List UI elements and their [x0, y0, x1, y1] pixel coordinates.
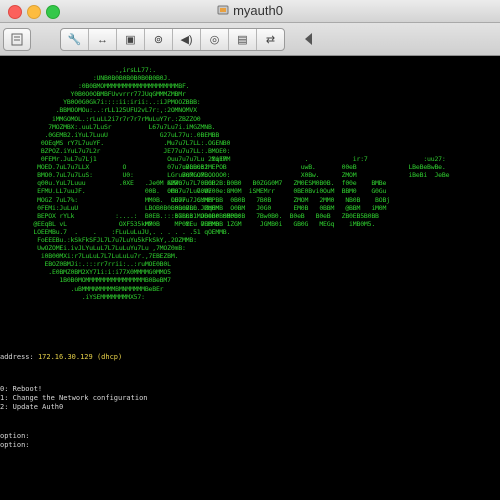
- shared-folder-button[interactable]: ▤: [229, 29, 257, 50]
- menu-option-update: 2: Update Auth0: [0, 403, 64, 411]
- settings-library-button[interactable]: [3, 28, 31, 51]
- vm-window: myauth0 🔧 ↔ ▣ ⊚ ◀) ◎ ▤ ⇄ .,irsLL77:.:UN…: [0, 0, 500, 500]
- window-title-wrap: myauth0: [0, 0, 500, 22]
- audio-button[interactable]: ◀): [173, 29, 201, 50]
- ctrl-alt-del-icon: ↔: [97, 33, 108, 46]
- shared-folder-icon: ▤: [237, 34, 248, 46]
- audio-icon: ◀): [180, 34, 193, 46]
- usb-button[interactable]: ⊚: [145, 29, 173, 50]
- toolbar-collapse-arrow-icon[interactable]: [305, 33, 312, 45]
- send-keys-button[interactable]: ↔: [89, 29, 117, 50]
- snapshot-button[interactable]: ▣: [117, 29, 145, 50]
- auth0-ascii-wordmark: ii17 . ir:7 :uu27: :B0B0B2 uwB. 00eB LBe…: [144, 155, 450, 228]
- settings-button[interactable]: 🔧: [61, 29, 89, 50]
- vm-icon: [217, 5, 229, 15]
- vm-console-screen[interactable]: .,irsLL77:. :UNB0B0B0B0B0B0B0B0J. :0B0BM…: [0, 56, 500, 500]
- option-prompt-2: option:: [0, 441, 30, 449]
- library-icon: [11, 33, 23, 46]
- vm-toolbar: 🔧 ↔ ▣ ⊚ ◀) ◎ ▤ ⇄: [0, 23, 500, 56]
- menu-option-network: 1: Change the Network configuration: [0, 394, 148, 402]
- cd-button[interactable]: ◎: [201, 29, 229, 50]
- menu-option-reboot: 0: Reboot!: [0, 385, 43, 393]
- screenshot-icon: ▣: [125, 34, 136, 46]
- ip-address-line: address: 172.16.30.129 (dhcp): [0, 353, 122, 362]
- ip-label: address:: [0, 353, 34, 361]
- toolbar-button-group: 🔧 ↔ ▣ ⊚ ◀) ◎ ▤ ⇄: [60, 28, 285, 51]
- ip-value: 172.16.30.129: [37, 353, 93, 361]
- wrench-icon: 🔧: [67, 34, 82, 46]
- cd-icon: ◎: [209, 34, 220, 46]
- ip-suffix: (dhcp): [96, 353, 123, 361]
- network-button[interactable]: ⇄: [257, 29, 284, 50]
- network-icon: ⇄: [265, 34, 276, 46]
- title-bar[interactable]: myauth0: [0, 0, 500, 23]
- window-title: myauth0: [233, 3, 283, 18]
- usb-icon: ⊚: [153, 34, 164, 46]
- option-prompt-1: option:: [0, 432, 30, 440]
